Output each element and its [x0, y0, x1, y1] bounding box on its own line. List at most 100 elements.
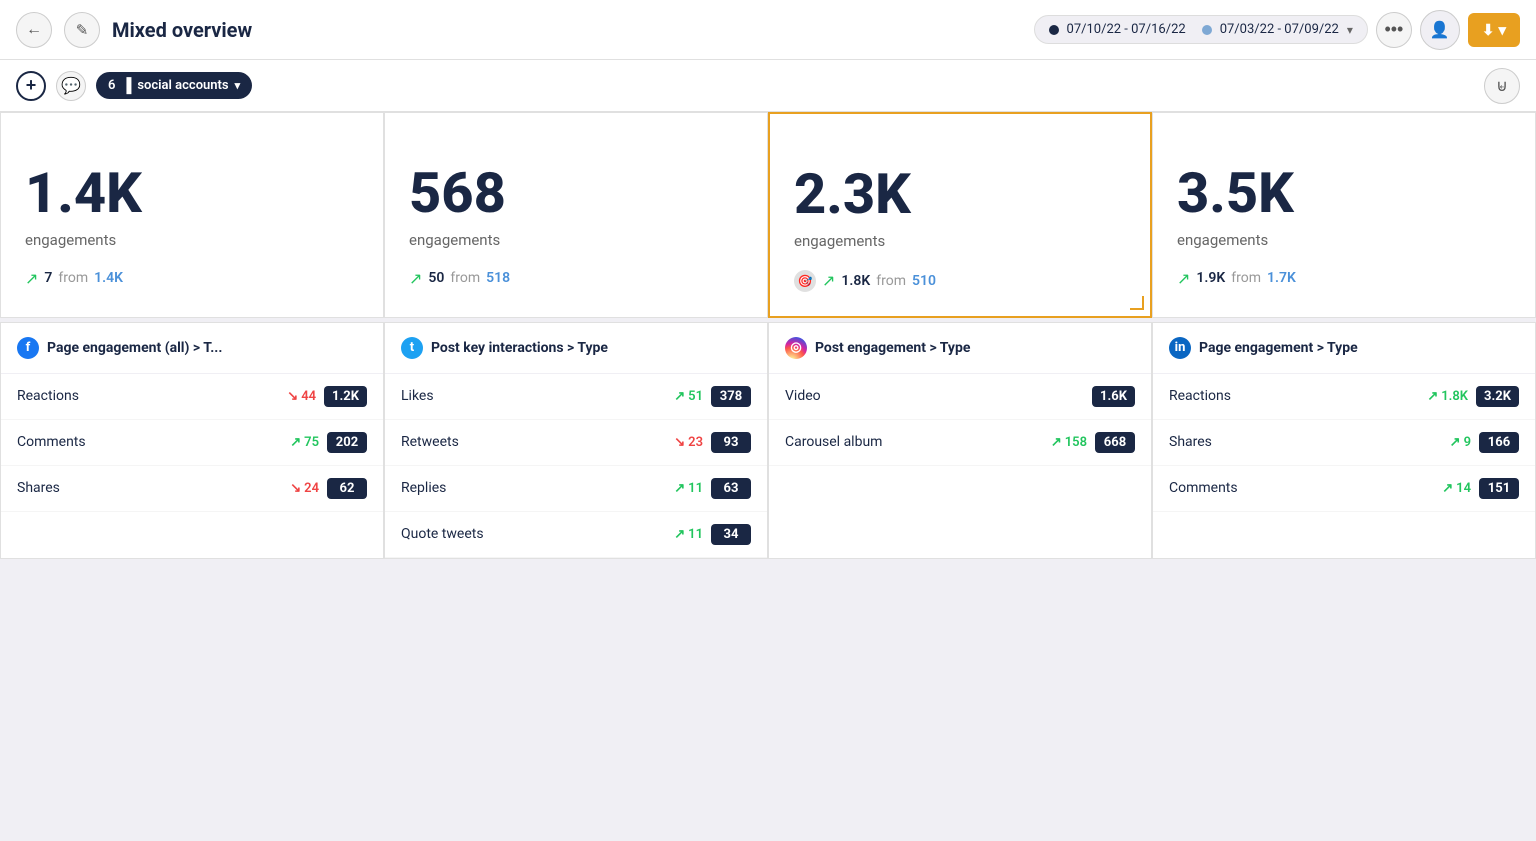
compare-period-label: 07/03/22 - 07/09/22: [1220, 22, 1339, 37]
row-label-2-1: Carousel album: [785, 434, 1043, 450]
platform-icon-0: f: [17, 337, 39, 359]
platform-icon-1: t: [401, 337, 423, 359]
row-value-1-2: 63: [711, 478, 751, 499]
comparison-delta-2: 1.8K: [841, 273, 870, 289]
more-icon: •••: [1384, 19, 1403, 40]
dropdown-arrow: ▾: [1498, 21, 1506, 39]
delta-arrow-2: ↗: [822, 271, 835, 290]
metric-value-1: 568: [409, 163, 506, 225]
more-options-button[interactable]: •••: [1376, 12, 1412, 48]
breakdown-row-0-0: Reactions ↘ 44 1.2K: [1, 374, 383, 420]
metric-value-3: 3.5K: [1177, 163, 1294, 225]
nav-left: ← ✎ Mixed overview: [16, 12, 1022, 48]
row-delta-0-0: ↘ 44: [287, 389, 316, 404]
row-arrow-0-1: ↗: [290, 435, 301, 450]
metric-comparison-1: ↗ 50 from 518: [409, 269, 510, 288]
social-accounts-label: social accounts: [137, 78, 228, 93]
comparison-base-0: 1.4K: [94, 270, 123, 286]
row-value-2-0: 1.6K: [1092, 386, 1135, 407]
row-value-1-3: 34: [711, 524, 751, 545]
metric-comparison-3: ↗ 1.9K from 1.7K: [1177, 269, 1296, 288]
row-arrow-0-2: ↘: [290, 481, 301, 496]
row-delta-0-1: ↗ 75: [290, 435, 319, 450]
row-delta-1-3: ↗ 11: [674, 527, 703, 542]
breakdown-title-0: Page engagement (all) > T...: [47, 340, 222, 356]
row-label-1-1: Retweets: [401, 434, 666, 450]
chat-button[interactable]: 💬: [56, 71, 86, 101]
social-accounts-selector[interactable]: 6 ▐ social accounts ▾: [96, 72, 252, 99]
add-user-button[interactable]: 👤: [1420, 10, 1460, 50]
row-arrow-1-2: ↗: [674, 481, 685, 496]
row-delta-3-2: ↗ 14: [1442, 481, 1471, 496]
row-arrow-3-0: ↗: [1427, 389, 1438, 404]
nav-right: 07/10/22 - 07/16/22 07/03/22 - 07/09/22 …: [1034, 10, 1520, 50]
breakdown-row-1-2: Replies ↗ 11 63: [385, 466, 767, 512]
breakdown-title-3: Page engagement > Type: [1199, 340, 1358, 356]
row-label-3-2: Comments: [1169, 480, 1434, 496]
add-widget-button[interactable]: +: [16, 71, 46, 101]
row-delta-2-1: ↗ 158: [1051, 435, 1087, 450]
breakdown-header-2: ◎ Post engagement > Type: [769, 323, 1151, 374]
row-label-3-1: Shares: [1169, 434, 1442, 450]
main-content: 1.4K engagements ↗ 7 from 1.4K 568 engag…: [0, 112, 1536, 559]
row-label-1-2: Replies: [401, 480, 666, 496]
target-icon: 🎯: [794, 270, 816, 292]
second-navigation: + 💬 6 ▐ social accounts ▾ ⊌: [0, 60, 1536, 112]
download-button[interactable]: ⬇ ▾: [1468, 13, 1520, 47]
back-button[interactable]: ←: [16, 12, 52, 48]
breakdown-header-0: f Page engagement (all) > T...: [1, 323, 383, 374]
chevron-down-icon: ▾: [235, 79, 241, 92]
row-value-0-0: 1.2K: [324, 386, 367, 407]
breakdown-row-3-1: Shares ↗ 9 166: [1153, 420, 1535, 466]
back-icon: ←: [26, 21, 42, 39]
row-label-2-0: Video: [785, 388, 1084, 404]
breakdown-title-1: Post key interactions > Type: [431, 340, 608, 356]
comparison-base-1: 518: [486, 270, 510, 286]
breakdown-title-2: Post engagement > Type: [815, 340, 970, 356]
metric-comparison-2: 🎯 ↗ 1.8K from 510: [794, 270, 936, 292]
breakdown-card-1: t Post key interactions > Type Likes ↗ 5…: [384, 322, 768, 559]
delta-arrow-1: ↗: [409, 269, 422, 288]
delta-arrow-0: ↗: [25, 269, 38, 288]
breakdown-row-1-0: Likes ↗ 51 378: [385, 374, 767, 420]
metric-card-1[interactable]: 568 engagements ↗ 50 from 518: [384, 112, 768, 318]
row-value-2-1: 668: [1095, 432, 1135, 453]
row-delta-0-2: ↘ 24: [290, 481, 319, 496]
row-label-3-0: Reactions: [1169, 388, 1419, 404]
row-label-0-0: Reactions: [17, 388, 279, 404]
row-label-0-2: Shares: [17, 480, 282, 496]
comparison-from-0: from: [58, 270, 88, 286]
compare-period-dot: [1202, 25, 1212, 35]
metric-card-0[interactable]: 1.4K engagements ↗ 7 from 1.4K: [0, 112, 384, 318]
breakdown-row-3-2: Comments ↗ 14 151: [1153, 466, 1535, 512]
metric-card-2[interactable]: 2.3K engagements 🎯 ↗ 1.8K from 510: [768, 112, 1152, 318]
edit-button[interactable]: ✎: [64, 12, 100, 48]
metric-comparison-0: ↗ 7 from 1.4K: [25, 269, 123, 288]
metric-label-2: engagements: [794, 232, 885, 250]
plus-icon: +: [26, 75, 37, 96]
metric-card-3[interactable]: 3.5K engagements ↗ 1.9K from 1.7K: [1152, 112, 1536, 318]
metric-label-0: engagements: [25, 231, 116, 249]
breakdown-header-1: t Post key interactions > Type: [385, 323, 767, 374]
current-period-dot: [1049, 25, 1059, 35]
date-range-selector[interactable]: 07/10/22 - 07/16/22 07/03/22 - 07/09/22 …: [1034, 15, 1368, 44]
row-label-0-1: Comments: [17, 434, 282, 450]
row-delta-1-2: ↗ 11: [674, 481, 703, 496]
comparison-from-2: from: [876, 273, 906, 289]
row-arrow-3-2: ↗: [1442, 481, 1453, 496]
breakdown-card-3: in Page engagement > Type Reactions ↗ 1.…: [1152, 322, 1536, 559]
current-period-label: 07/10/22 - 07/16/22: [1067, 22, 1186, 37]
social-accounts-count: 6: [108, 78, 115, 93]
row-delta-1-0: ↗ 51: [674, 389, 703, 404]
comparison-delta-1: 50: [428, 270, 444, 286]
row-arrow-0-0: ↘: [287, 389, 298, 404]
comparison-base-2: 510: [912, 273, 936, 289]
filter-button[interactable]: ⊌: [1484, 68, 1520, 104]
row-arrow-2-1: ↗: [1051, 435, 1062, 450]
platform-icon-2: ◎: [785, 337, 807, 359]
breakdown-row-0-1: Comments ↗ 75 202: [1, 420, 383, 466]
filter-icon: ⊌: [1496, 76, 1508, 96]
row-arrow-1-3: ↗: [674, 527, 685, 542]
breakdown-row-2-0: Video 1.6K: [769, 374, 1151, 420]
metric-label-1: engagements: [409, 231, 500, 249]
